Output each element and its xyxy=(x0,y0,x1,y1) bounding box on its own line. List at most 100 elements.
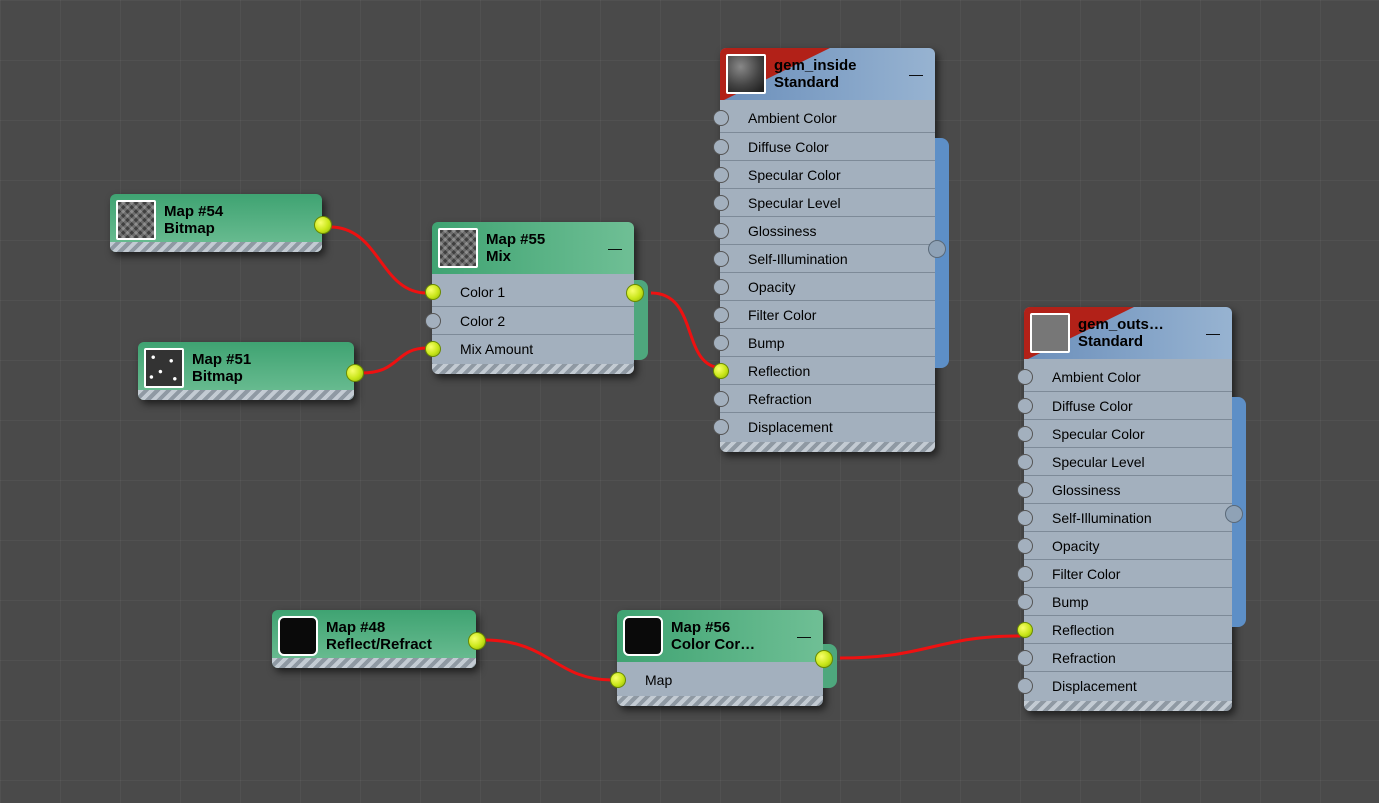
input-port[interactable] xyxy=(713,110,729,126)
node-title: gem_inside xyxy=(774,57,905,74)
collapse-icon[interactable]: — xyxy=(1202,325,1224,341)
node-thumbnail xyxy=(278,616,318,656)
collapse-icon[interactable]: — xyxy=(604,240,626,256)
input-port[interactable] xyxy=(713,363,729,379)
input-port[interactable] xyxy=(713,139,729,155)
slot-self-illumination[interactable]: Self-Illumination xyxy=(1024,503,1232,531)
node-map51-bitmap[interactable]: Map #51 Bitmap xyxy=(138,342,354,400)
output-port[interactable] xyxy=(1225,505,1243,523)
slot-mix-amount[interactable]: Mix Amount xyxy=(432,334,634,362)
slot-refraction[interactable]: Refraction xyxy=(1024,643,1232,671)
slot-specular-color[interactable]: Specular Color xyxy=(1024,419,1232,447)
input-port[interactable] xyxy=(425,313,441,329)
input-port[interactable] xyxy=(1017,482,1033,498)
slot-diffuse-color[interactable]: Diffuse Color xyxy=(720,132,935,160)
slot-label: Opacity xyxy=(748,279,795,295)
slot-filter-color[interactable]: Filter Color xyxy=(720,300,935,328)
output-port[interactable] xyxy=(346,364,364,382)
input-port[interactable] xyxy=(610,672,626,688)
slot-color2[interactable]: Color 2 xyxy=(432,306,634,334)
input-port[interactable] xyxy=(713,223,729,239)
input-port[interactable] xyxy=(713,279,729,295)
node-subtitle: Standard xyxy=(1078,333,1202,350)
node-map54-bitmap[interactable]: Map #54 Bitmap xyxy=(110,194,322,252)
slot-color1[interactable]: Color 1 xyxy=(432,278,634,306)
slot-self-illumination[interactable]: Self-Illumination xyxy=(720,244,935,272)
slot-label: Diffuse Color xyxy=(1052,398,1133,414)
slot-label: Self-Illumination xyxy=(748,251,848,267)
resize-strip[interactable] xyxy=(432,364,634,374)
node-gem-outside-standard[interactable]: gem_outs… Standard — Ambient Color Diffu… xyxy=(1024,307,1232,711)
slot-label: Diffuse Color xyxy=(748,139,829,155)
node-thumbnail xyxy=(438,228,478,268)
node-thumbnail xyxy=(116,200,156,240)
node-map56-color-correction[interactable]: Map #56 Color Cor… — Map xyxy=(617,610,823,706)
slot-specular-color[interactable]: Specular Color xyxy=(720,160,935,188)
slot-displacement[interactable]: Displacement xyxy=(1024,671,1232,699)
slot-bump[interactable]: Bump xyxy=(720,328,935,356)
output-port[interactable] xyxy=(928,240,946,258)
slot-diffuse-color[interactable]: Diffuse Color xyxy=(1024,391,1232,419)
input-port[interactable] xyxy=(425,341,441,357)
node-map48-reflect-refract[interactable]: Map #48 Reflect/Refract xyxy=(272,610,476,668)
input-port[interactable] xyxy=(1017,594,1033,610)
output-port[interactable] xyxy=(626,284,644,302)
node-title: Map #56 xyxy=(671,619,793,636)
slot-glossiness[interactable]: Glossiness xyxy=(1024,475,1232,503)
input-port[interactable] xyxy=(1017,650,1033,666)
slot-label: Mix Amount xyxy=(460,341,533,357)
input-port[interactable] xyxy=(713,307,729,323)
slot-label: Map xyxy=(645,672,672,688)
input-port[interactable] xyxy=(713,391,729,407)
input-port[interactable] xyxy=(1017,566,1033,582)
resize-strip[interactable] xyxy=(720,442,935,452)
input-port[interactable] xyxy=(1017,398,1033,414)
slot-specular-level[interactable]: Specular Level xyxy=(1024,447,1232,475)
slot-bump[interactable]: Bump xyxy=(1024,587,1232,615)
input-port[interactable] xyxy=(1017,538,1033,554)
slot-label: Displacement xyxy=(748,419,833,435)
input-port[interactable] xyxy=(425,284,441,300)
slot-filter-color[interactable]: Filter Color xyxy=(1024,559,1232,587)
resize-strip[interactable] xyxy=(1024,701,1232,711)
input-port[interactable] xyxy=(713,335,729,351)
slot-map[interactable]: Map xyxy=(617,666,823,694)
slot-label: Specular Color xyxy=(1052,426,1145,442)
slot-specular-level[interactable]: Specular Level xyxy=(720,188,935,216)
collapse-icon[interactable]: — xyxy=(905,66,927,82)
slot-reflection[interactable]: Reflection xyxy=(1024,615,1232,643)
slot-ambient-color[interactable]: Ambient Color xyxy=(720,104,935,132)
output-port[interactable] xyxy=(815,650,833,668)
output-port[interactable] xyxy=(468,632,486,650)
slot-label: Glossiness xyxy=(1052,482,1120,498)
slot-refraction[interactable]: Refraction xyxy=(720,384,935,412)
input-port[interactable] xyxy=(1017,454,1033,470)
resize-strip[interactable] xyxy=(617,696,823,706)
slot-ambient-color[interactable]: Ambient Color xyxy=(1024,363,1232,391)
input-port[interactable] xyxy=(713,251,729,267)
slot-opacity[interactable]: Opacity xyxy=(1024,531,1232,559)
slot-displacement[interactable]: Displacement xyxy=(720,412,935,440)
slot-glossiness[interactable]: Glossiness xyxy=(720,216,935,244)
node-map55-mix[interactable]: Map #55 Mix — Color 1 Color 2 Mix Amount xyxy=(432,222,634,374)
input-port[interactable] xyxy=(713,419,729,435)
input-port[interactable] xyxy=(713,167,729,183)
slot-label: Reflection xyxy=(748,363,810,379)
input-port[interactable] xyxy=(1017,622,1033,638)
slot-label: Refraction xyxy=(748,391,812,407)
input-port[interactable] xyxy=(713,195,729,211)
slot-label: Bump xyxy=(1052,594,1089,610)
input-port[interactable] xyxy=(1017,426,1033,442)
input-port[interactable] xyxy=(1017,369,1033,385)
input-port[interactable] xyxy=(1017,510,1033,526)
collapse-icon[interactable]: — xyxy=(793,628,815,644)
output-port[interactable] xyxy=(314,216,332,234)
node-gem-inside-standard[interactable]: gem_inside Standard — Ambient Color Diff… xyxy=(720,48,935,452)
slot-label: Ambient Color xyxy=(748,110,837,126)
slot-label: Specular Color xyxy=(748,167,841,183)
slot-label: Opacity xyxy=(1052,538,1099,554)
slot-opacity[interactable]: Opacity xyxy=(720,272,935,300)
node-subtitle: Bitmap xyxy=(192,368,346,385)
slot-reflection[interactable]: Reflection xyxy=(720,356,935,384)
input-port[interactable] xyxy=(1017,678,1033,694)
